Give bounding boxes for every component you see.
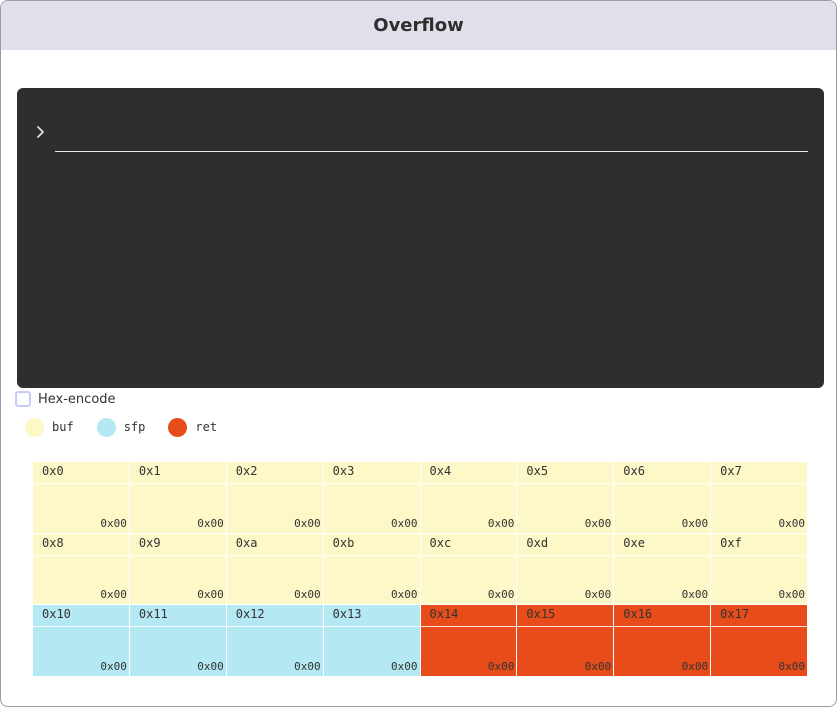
memory-value: 0x00 (197, 588, 224, 602)
memory-cell: 0x5 0x00 (517, 462, 614, 533)
memory-value: 0x00 (391, 588, 418, 602)
memory-address: 0x1 (138, 464, 161, 478)
legend-swatch-buf (25, 417, 44, 437)
memory-cell: 0xe 0x00 (614, 533, 711, 605)
memory-address: 0xe (623, 535, 645, 550)
legend-swatch-ret (168, 417, 188, 437)
memory-grid: 0x0 0x00 0x1 0x00 0x2 0x00 0x3 0x00 0x4 0x00 0x5 0x… (33, 462, 807, 676)
memory-address: 0x16 (623, 607, 653, 622)
memory-cell: 0x7 0x00 (711, 462, 807, 533)
memory-cell: 0x11 0x00 (129, 605, 226, 676)
memory-value: 0x00 (197, 659, 224, 673)
memory-cell: 0xb 0x00 (323, 533, 420, 605)
memory-cell: 0x17 0x00 (711, 605, 807, 676)
memory-value: 0x00 (584, 659, 612, 673)
memory-address: 0x2 (235, 464, 258, 478)
memory-address: 0xc (429, 535, 452, 550)
memory-address: 0x11 (138, 607, 168, 622)
memory-value: 0x00 (294, 659, 321, 673)
memory-cell: 0xd 0x00 (517, 533, 614, 605)
memory-cell: 0x14 0x00 (420, 605, 517, 676)
window-title: Overflow (373, 15, 464, 36)
memory-value: 0x00 (778, 588, 806, 602)
memory-address: 0x14 (429, 607, 459, 622)
memory-cell: 0x12 0x00 (226, 605, 323, 676)
memory-address: 0xb (332, 535, 355, 550)
memory-address: 0x6 (623, 464, 645, 478)
memory-cell: 0x1 0x00 (129, 462, 226, 533)
memory-value: 0x00 (294, 588, 321, 602)
memory-cell: 0x4 0x00 (420, 462, 517, 533)
memory-value: 0x00 (584, 588, 612, 602)
memory-cell: 0x9 0x00 (129, 533, 226, 605)
memory-cell: 0xf 0x00 (711, 533, 807, 605)
memory-cell: 0xa 0x00 (226, 533, 323, 605)
legend-item-sfp: sfp (96, 417, 146, 437)
memory-cell: 0x2 0x00 (226, 462, 323, 533)
app-window: Overflow Hex-encode buf sfp ret 0x0 0x00 0… (0, 0, 837, 707)
memory-value: 0x00 (584, 516, 612, 530)
memory-address: 0x4 (429, 464, 452, 478)
memory-value: 0x00 (100, 588, 127, 602)
legend-label: sfp (123, 420, 146, 434)
legend-label: buf (52, 420, 74, 434)
memory-address: 0x10 (42, 607, 71, 622)
memory-cell: 0x0 0x00 (33, 462, 129, 533)
legend-swatch-sfp (96, 417, 116, 437)
title-bar: Overflow (1, 1, 836, 50)
memory-address: 0xd (526, 535, 549, 550)
memory-cell: 0x10 0x00 (33, 605, 129, 676)
hex-encode-checkbox[interactable] (15, 391, 31, 407)
memory-cell: 0x8 0x00 (33, 533, 129, 605)
memory-cell: 0x16 0x00 (614, 605, 711, 676)
memory-cell: 0x13 0x00 (323, 605, 420, 676)
memory-address: 0x7 (720, 464, 742, 478)
memory-value: 0x00 (681, 516, 709, 530)
memory-value: 0x00 (681, 588, 709, 602)
legend: buf sfp ret (25, 417, 240, 437)
memory-cell: 0x6 0x00 (614, 462, 711, 533)
memory-value: 0x00 (487, 659, 515, 673)
memory-value: 0x00 (391, 516, 418, 530)
memory-address: 0x3 (332, 464, 355, 478)
memory-value: 0x00 (391, 659, 418, 673)
chevron-right-icon (37, 126, 44, 138)
memory-address: 0x5 (526, 464, 549, 478)
terminal-panel[interactable] (17, 88, 824, 388)
memory-value: 0x00 (487, 516, 515, 530)
memory-address: 0xa (235, 535, 258, 550)
hex-encode-label[interactable]: Hex-encode (38, 392, 116, 407)
terminal-input[interactable] (55, 128, 808, 152)
memory-value: 0x00 (100, 659, 127, 673)
legend-item-ret: ret (168, 417, 218, 437)
memory-value: 0x00 (778, 659, 806, 673)
memory-address: 0xf (720, 535, 742, 550)
memory-value: 0x00 (681, 659, 709, 673)
memory-cell: 0x3 0x00 (323, 462, 420, 533)
memory-address: 0x13 (332, 607, 362, 622)
memory-value: 0x00 (197, 516, 224, 530)
legend-label: ret (195, 420, 218, 434)
memory-address: 0x12 (235, 607, 265, 622)
memory-cell: 0xc 0x00 (420, 533, 517, 605)
legend-item-buf: buf (25, 417, 74, 437)
memory-cell: 0x15 0x00 (517, 605, 614, 676)
memory-value: 0x00 (100, 516, 127, 530)
memory-value: 0x00 (778, 516, 806, 530)
memory-address: 0x15 (526, 607, 556, 622)
memory-value: 0x00 (487, 588, 515, 602)
memory-address: 0x17 (720, 607, 750, 622)
memory-address: 0x8 (42, 535, 64, 550)
memory-address: 0x9 (138, 535, 161, 550)
hex-encode-row[interactable]: Hex-encode (15, 389, 116, 409)
memory-address: 0x0 (42, 464, 64, 478)
memory-value: 0x00 (294, 516, 321, 530)
